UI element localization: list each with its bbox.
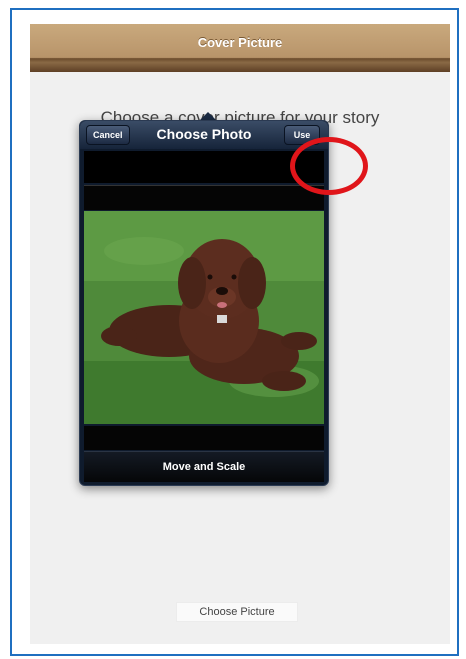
dog-photo[interactable] [84, 211, 324, 424]
choose-picture-button[interactable]: Choose Picture [176, 602, 298, 622]
top-black-band [84, 151, 324, 183]
title-bar: Cover Picture [30, 24, 450, 72]
move-and-scale-label: Move and Scale [162, 461, 246, 473]
bottom-black-band [84, 426, 324, 450]
move-and-scale-bar: Move and Scale [84, 451, 324, 482]
mid-black-band [84, 185, 324, 210]
dog-photo-image [84, 211, 324, 424]
popover-header: Cancel Choose Photo Use [80, 121, 328, 149]
page-title: Cover Picture [197, 35, 283, 50]
highlight-circle-annotation [290, 137, 368, 195]
